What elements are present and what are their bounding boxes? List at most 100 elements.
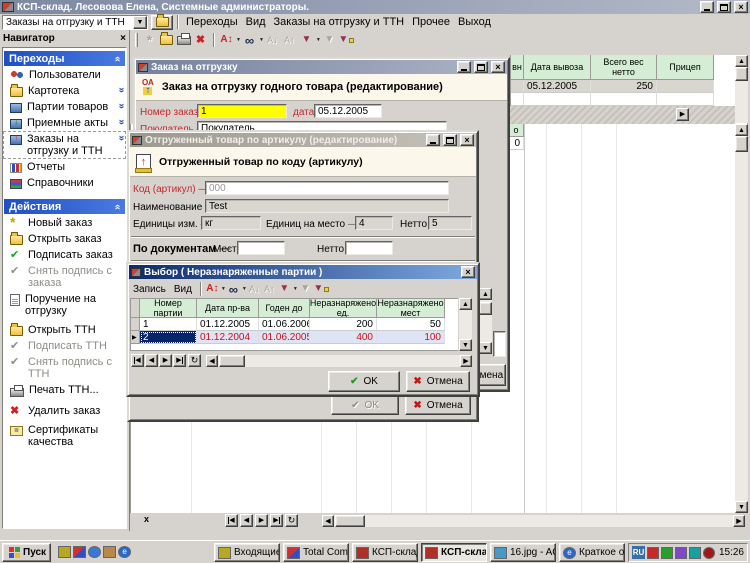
action-print-ttn[interactable]: Печать ТТН... xyxy=(3,382,126,399)
nav-prev-button[interactable]: ◀ xyxy=(240,514,253,527)
hscroll-right-icon[interactable]: ▶ xyxy=(460,355,472,367)
filter-settings-icon[interactable]: ▼ xyxy=(313,281,330,297)
per-place-field[interactable]: 4 xyxy=(355,216,393,230)
scroll-up-icon[interactable]: ▲ xyxy=(459,298,472,310)
action-certificates[interactable]: ≣Сертификаты качества xyxy=(3,422,126,450)
filter-icon[interactable]: ▼ xyxy=(277,281,292,297)
action-open-order[interactable]: Открыть заказ xyxy=(3,231,126,247)
start-button[interactable]: Пуск xyxy=(2,543,51,562)
hidden-field[interactable] xyxy=(493,331,506,357)
items-col-partial[interactable]: о xyxy=(509,124,524,137)
menu-vyhod[interactable]: Выход xyxy=(454,15,495,29)
tray-icon-2[interactable] xyxy=(661,547,673,559)
clock[interactable]: 15:26 xyxy=(719,547,744,558)
col-batch-no[interactable]: Номер партии xyxy=(140,299,197,318)
toolbar-grip[interactable] xyxy=(135,33,138,47)
navigation-combo[interactable]: Заказы на отгрузку и ТТН ▼ xyxy=(2,15,148,30)
expand-chevron-icon[interactable]: » xyxy=(116,135,126,141)
close-button[interactable]: × xyxy=(461,266,475,278)
sort-icon[interactable]: А↕ xyxy=(205,281,220,297)
col-expiry[interactable]: Годен до xyxy=(259,299,310,318)
close-button[interactable]: × xyxy=(491,61,505,73)
net-field[interactable]: 5 xyxy=(428,216,472,230)
batches-vscrollbar[interactable]: ▲ ▼ xyxy=(459,298,472,351)
quicklaunch-icon-3[interactable] xyxy=(88,546,101,558)
taskbar-button-acdsee[interactable]: 16.jpg - ACDS... xyxy=(490,543,556,562)
action-new-order[interactable]: *Новый заказ xyxy=(3,215,126,231)
hscroll-thumb[interactable] xyxy=(335,515,365,527)
search-icon[interactable]: ∞ xyxy=(226,281,241,297)
nav-group-dejstviya[interactable]: Действия « xyxy=(4,199,125,214)
tray-icon-5[interactable] xyxy=(703,547,715,559)
order-date-field[interactable]: 05.12.2005 xyxy=(314,104,382,118)
taskbar-button-ksp-2[interactable]: КСП-склад xyxy=(421,543,487,562)
main-titlebar[interactable]: КСП-склад. Лесовова Елена, Системные адм… xyxy=(0,0,750,14)
action-sign-order[interactable]: ✔Подписать заказ xyxy=(3,247,126,263)
grid-splitter[interactable] xyxy=(510,106,735,124)
panel-close-icon[interactable]: x xyxy=(144,514,149,524)
clear-filter-icon[interactable]: ▼ xyxy=(321,32,338,48)
quicklaunch-icon-4[interactable] xyxy=(103,546,116,558)
menu-zakazy[interactable]: Заказы на отгрузку и ТТН xyxy=(270,15,409,29)
sidebar-item-zakazy-na-otgruzku[interactable]: Заказы на отгрузку и ТТН» xyxy=(3,131,126,159)
hscroll-right-icon[interactable]: ▶ xyxy=(733,515,745,527)
refresh-button[interactable]: ↻ xyxy=(188,354,201,367)
net-docs-field[interactable] xyxy=(345,241,393,255)
items-vscrollbar[interactable]: ▲ ▼ xyxy=(735,124,748,513)
table-row[interactable]: 1 01.12.2005 01.06.2006 200 50 xyxy=(131,318,458,331)
taskbar-button-inbox[interactable]: Входящие - ... xyxy=(214,543,280,562)
action-open-ttn[interactable]: Открыть ТТН xyxy=(3,322,126,338)
table-row-selected[interactable]: ▶ 2 01.12.2004 01.06.2005 400 100 xyxy=(131,331,458,344)
menu-vid[interactable]: Вид xyxy=(242,15,270,29)
nav-prev-button[interactable]: ◀ xyxy=(145,354,158,367)
orders-col-partial[interactable]: вн xyxy=(511,55,524,80)
orders-col-weight[interactable]: Всего вес нетто xyxy=(591,55,657,80)
quicklaunch-icon-2[interactable] xyxy=(73,546,86,558)
scroll-up-icon[interactable]: ▲ xyxy=(735,55,748,67)
nav-last-button[interactable]: ▶ xyxy=(173,354,186,367)
taskbar-button-totalcmd[interactable]: Total Comman... xyxy=(283,543,349,562)
scroll-thumb[interactable] xyxy=(735,136,748,152)
scroll-thumb[interactable] xyxy=(735,67,748,81)
action-shipping-order[interactable]: Поручение на отгрузку xyxy=(3,291,126,319)
maximize-button[interactable] xyxy=(474,61,488,73)
nav-first-button[interactable]: ◀ xyxy=(131,354,144,367)
unit-field[interactable]: кг xyxy=(201,216,261,230)
taskbar-button-ksp-1[interactable]: КСП-склад xyxy=(352,543,418,562)
print-icon[interactable] xyxy=(175,32,192,48)
orders-col-date[interactable]: Дата вывоза xyxy=(524,55,591,80)
scroll-down-icon[interactable]: ▼ xyxy=(459,339,472,351)
minimize-button[interactable] xyxy=(700,1,714,13)
tray-icon-4[interactable] xyxy=(689,547,701,559)
code-field[interactable]: 000 xyxy=(205,181,449,195)
sidebar-item-kartoteka[interactable]: Картотека» xyxy=(3,83,126,99)
expand-chevron-icon[interactable]: » xyxy=(116,103,126,109)
nav-next-button[interactable]: ▶ xyxy=(159,354,172,367)
tray-icon-3[interactable] xyxy=(675,547,687,559)
find-prev-icon[interactable]: А↑ xyxy=(262,281,277,297)
collapse-chevron-icon[interactable]: « xyxy=(112,56,122,62)
folder-up-button[interactable] xyxy=(151,15,173,30)
nav-first-button[interactable]: ◀ xyxy=(225,514,238,527)
hscroll-left-icon[interactable]: ◀ xyxy=(322,515,334,527)
close-button[interactable]: × xyxy=(734,1,748,13)
clear-filter-icon[interactable]: ▼ xyxy=(298,281,313,297)
quicklaunch-icon-5[interactable]: e xyxy=(118,546,131,558)
refresh-button[interactable]: ↻ xyxy=(285,514,298,527)
close-button[interactable]: × xyxy=(460,134,474,146)
orders-hscroll-right-icon[interactable]: ▶ xyxy=(676,108,689,121)
scroll-down-icon[interactable]: ▼ xyxy=(735,501,748,513)
restore-button[interactable] xyxy=(717,1,731,13)
menu-zapis[interactable]: Запись xyxy=(129,283,170,296)
orders-col-trailer[interactable]: Прицеп xyxy=(657,55,714,80)
expand-chevron-icon[interactable]: » xyxy=(116,87,126,93)
col-unassigned-places[interactable]: Неразнаряжено мест xyxy=(377,299,445,318)
menu-perehody[interactable]: Переходы xyxy=(182,15,242,29)
sidebar-item-partii[interactable]: Партии товаров» xyxy=(3,99,126,115)
language-indicator[interactable]: RU xyxy=(632,546,645,559)
name-field[interactable]: Test xyxy=(205,199,449,213)
filter-settings-icon[interactable]: ▼ xyxy=(338,32,355,48)
col-prod-date[interactable]: Дата пр-ва xyxy=(197,299,259,318)
action-delete-order[interactable]: ✖Удалить заказ xyxy=(3,403,126,419)
items-first-cell[interactable]: 0 xyxy=(509,137,524,150)
